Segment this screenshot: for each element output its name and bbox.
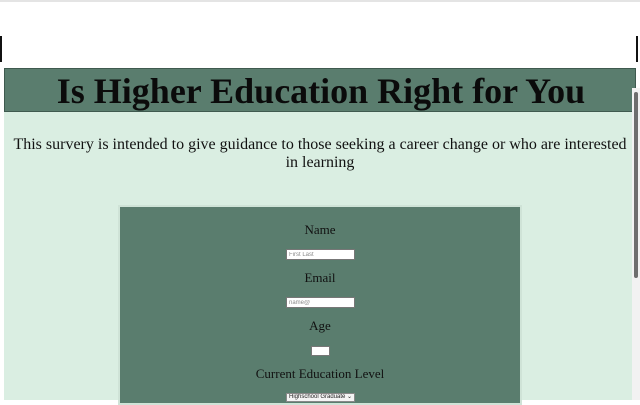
vertical-scrollbar[interactable] — [632, 88, 640, 400]
email-label: Email — [304, 270, 336, 285]
education-label: Current Education Level — [255, 366, 385, 381]
page-body: Is Higher Education Right for You This s… — [4, 68, 636, 405]
intro-text: This survery is intended to give guidanc… — [13, 136, 627, 171]
age-input[interactable] — [311, 346, 330, 356]
header-banner: Is Higher Education Right for You — [4, 68, 636, 112]
scrollbar-thumb[interactable] — [634, 92, 638, 278]
email-input[interactable] — [286, 297, 355, 308]
name-label: Name — [304, 222, 336, 237]
education-select[interactable]: Highschool Graduate ⌄ — [286, 393, 355, 402]
text-caret-left — [0, 36, 2, 62]
text-caret-right — [636, 36, 638, 62]
age-label: Age — [309, 318, 331, 333]
name-input[interactable] — [286, 249, 355, 260]
browser-top-edge — [0, 0, 640, 2]
education-select-value: Highschool Graduate — [289, 394, 346, 400]
survey-form: Name Email Age Current Education Level H… — [118, 205, 522, 405]
page-title: Is Higher Education Right for You — [56, 71, 586, 111]
